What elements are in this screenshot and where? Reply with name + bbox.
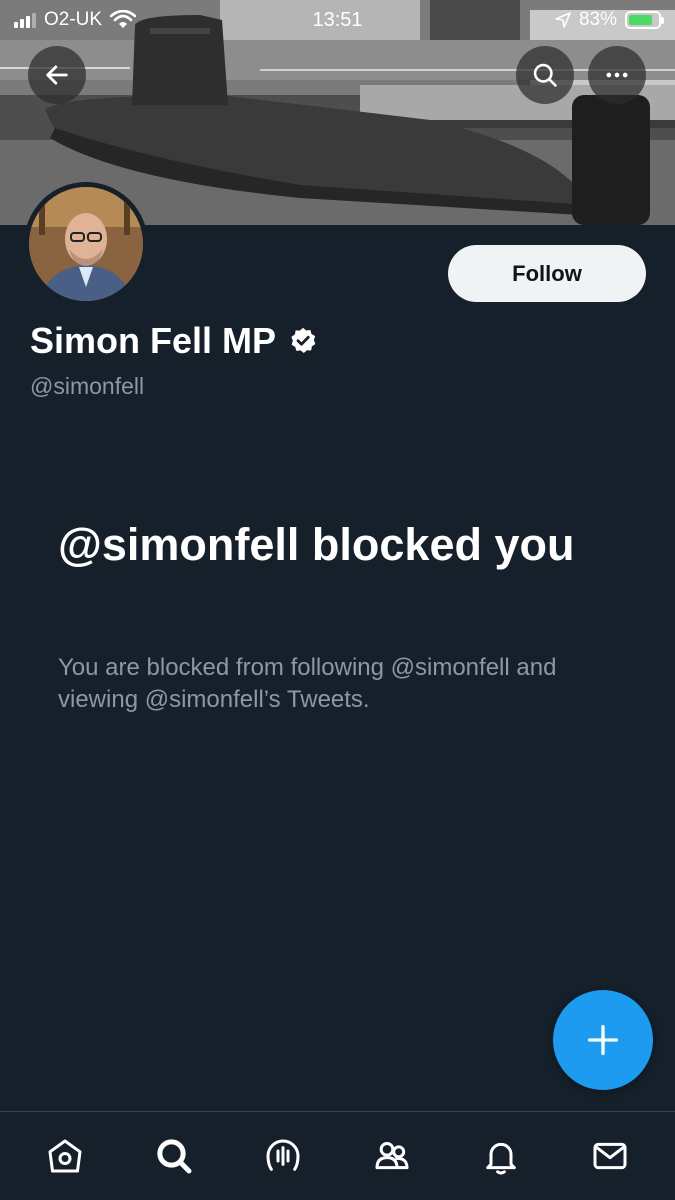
wifi-icon — [110, 10, 137, 28]
mail-icon — [593, 1142, 627, 1170]
search-icon — [533, 63, 557, 87]
status-bar: O2-UK 13:51 83% — [0, 0, 675, 40]
more-button[interactable] — [588, 46, 646, 104]
profile-name-row: Simon Fell MP — [30, 320, 318, 362]
profile-handle: @simonfell — [30, 373, 145, 399]
location-arrow-icon — [555, 12, 571, 28]
avatar[interactable] — [24, 182, 148, 306]
avatar-image — [29, 187, 143, 301]
tab-home[interactable] — [35, 1126, 95, 1186]
signal-icon — [14, 12, 36, 28]
home-icon — [48, 1139, 82, 1173]
blocked-title: @simonfell blocked you — [58, 519, 575, 570]
arrow-left-icon — [46, 65, 68, 85]
verified-badge-icon[interactable] — [288, 326, 318, 356]
blocked-description: You are blocked from following @simonfel… — [58, 654, 557, 713]
spaces-icon — [266, 1139, 300, 1171]
tab-messages[interactable] — [580, 1126, 640, 1186]
more-horizontal-icon — [606, 72, 628, 78]
carrier-label: O2-UK — [44, 9, 103, 30]
back-button[interactable] — [28, 46, 86, 104]
bell-icon — [486, 1142, 517, 1175]
plus-icon — [588, 1025, 618, 1055]
compose-tweet-button[interactable] — [553, 990, 653, 1090]
battery-percentage: 83% — [578, 9, 617, 30]
bottom-tab-bar — [0, 1111, 675, 1200]
search-button[interactable] — [516, 46, 574, 104]
tab-communities[interactable] — [362, 1126, 422, 1186]
follow-button[interactable]: Follow — [448, 245, 646, 302]
tab-search[interactable] — [144, 1126, 204, 1186]
communities-icon — [375, 1142, 409, 1170]
profile-display-name: Simon Fell MP — [30, 320, 277, 361]
tab-notifications[interactable] — [471, 1126, 531, 1186]
tab-spaces[interactable] — [253, 1126, 313, 1186]
battery-icon — [625, 11, 664, 29]
search-icon — [157, 1139, 192, 1174]
